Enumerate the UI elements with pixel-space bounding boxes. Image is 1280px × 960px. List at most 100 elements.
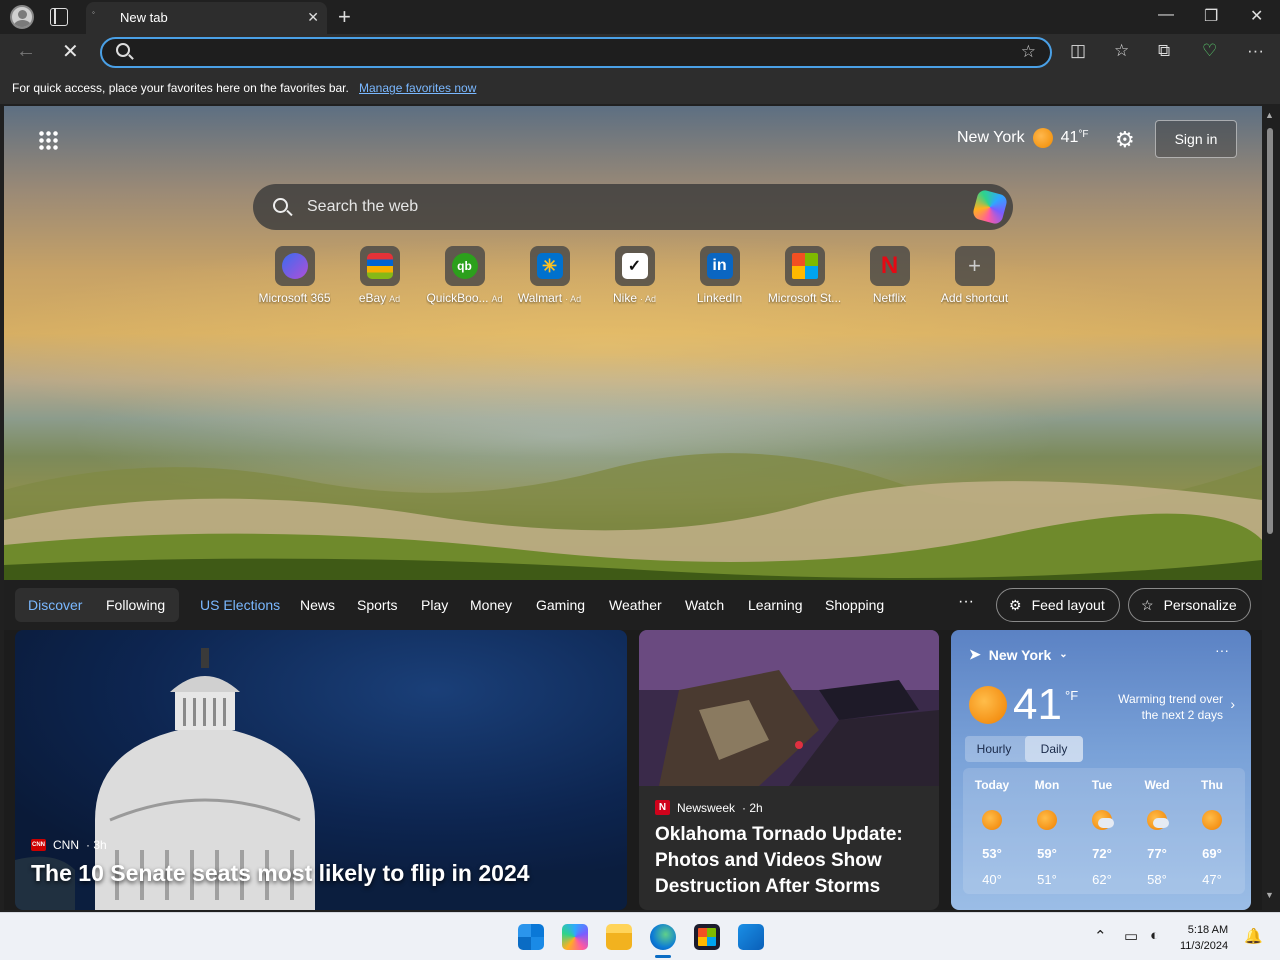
shortcut-walmart[interactable]: ✳ Walmart · Ad <box>507 246 592 305</box>
sunny-icon <box>982 810 1002 830</box>
nike-icon: ✓ <box>621 253 648 279</box>
chevron-right-icon[interactable]: › <box>1230 696 1235 712</box>
nav-watch[interactable]: Watch <box>685 597 724 613</box>
outlook-icon[interactable] <box>738 924 764 950</box>
settings-more-icon[interactable]: ··· <box>1247 41 1264 61</box>
search-icon <box>116 43 130 57</box>
scroll-down-icon[interactable]: ▼ <box>1265 890 1274 900</box>
favorites-icon[interactable]: ☆ <box>1114 41 1129 61</box>
notification-bell-icon[interactable]: 🔔 <box>1244 927 1263 945</box>
sliders-icon: ⚙ <box>1009 596 1022 613</box>
add-favorite-star-icon[interactable]: ☆ <box>1021 42 1036 62</box>
tab-daily[interactable]: Daily <box>1025 736 1083 762</box>
weather-card-temperature: 41 <box>1013 680 1062 729</box>
main-card-headline[interactable]: The 10 Senate seats most likely to flip … <box>31 860 530 887</box>
back-button[interactable]: ← <box>16 40 36 63</box>
sunny-icon <box>1202 810 1222 830</box>
shortcut-nike[interactable]: ✓ Nike · Ad <box>592 246 677 305</box>
weather-card[interactable]: ➤ New York ⌄ ··· 41 °F Warming trend ove… <box>951 630 1251 910</box>
edge-browser-icon[interactable] <box>650 924 676 950</box>
web-search-input[interactable] <box>307 197 947 217</box>
news-card-main[interactable]: CNN CNN · 3h The 10 Senate seats most li… <box>15 630 627 910</box>
volume-icon[interactable]: ◐ <box>1150 927 1159 944</box>
copilot-taskbar-icon[interactable] <box>562 924 588 950</box>
ebay-icon <box>366 253 393 279</box>
manage-favorites-link[interactable]: Manage favorites now <box>359 81 476 95</box>
app-launcher-icon[interactable] <box>38 130 58 150</box>
page-scrollbar[interactable]: ▲ ▼ <box>1262 106 1280 910</box>
shortcut-linkedin[interactable]: in LinkedIn <box>677 246 762 305</box>
nav-gaming[interactable]: Gaming <box>536 597 585 613</box>
personalize-button[interactable]: ☆ Personalize <box>1128 588 1251 622</box>
minimize-button[interactable]: — <box>1158 6 1174 24</box>
nav-weather[interactable]: Weather <box>609 597 662 613</box>
weather-more-icon[interactable]: ··· <box>1215 642 1229 658</box>
shortcut-netflix[interactable]: N Netflix <box>847 246 932 305</box>
secondary-card-headline[interactable]: Oklahoma Tornado Update: Photos and Vide… <box>655 822 927 900</box>
cnn-logo-icon: CNN <box>31 839 46 851</box>
walmart-icon: ✳ <box>536 253 563 279</box>
microsoft-store-icon[interactable] <box>694 924 720 950</box>
nav-news[interactable]: News <box>300 597 335 613</box>
header-weather[interactable]: New York 41°F <box>957 128 1089 148</box>
chevron-down-icon: ⌄ <box>1059 649 1068 660</box>
secondary-card-source: N Newsweek · 2h <box>655 800 763 815</box>
daily-forecast: Today 53° 40° Mon 59° 51° Tue 72° 62° We… <box>963 768 1245 894</box>
main-card-source: CNN CNN · 3h <box>31 838 107 852</box>
shortcut-quickbooks[interactable]: qb QuickBoo... Ad <box>422 246 507 305</box>
tornado-damage-image <box>639 630 939 786</box>
scroll-thumb[interactable] <box>1267 128 1273 534</box>
system-clock[interactable]: 5:18 AM 11/3/2024 <box>1180 922 1228 954</box>
tab-hourly[interactable]: Hourly <box>965 736 1023 762</box>
page-settings-gear-icon[interactable]: ⚙ <box>1115 127 1135 153</box>
restore-button[interactable]: ❐ <box>1204 6 1218 26</box>
weather-card-location[interactable]: ➤ New York ⌄ <box>969 646 1068 663</box>
close-tab-icon[interactable]: ✕ <box>307 9 319 26</box>
nav-shopping[interactable]: Shopping <box>825 597 884 613</box>
show-hidden-icons-chevron-icon[interactable]: ⌃ <box>1094 927 1107 945</box>
shortcut-microsoft-365[interactable]: Microsoft 365 <box>252 246 337 305</box>
nav-us-elections[interactable]: US Elections <box>200 597 280 613</box>
header-location: New York <box>957 129 1025 146</box>
address-bar[interactable]: ☆ <box>100 37 1052 68</box>
nav-money[interactable]: Money <box>470 597 512 613</box>
shortcut-ebay[interactable]: eBay Ad <box>337 246 422 305</box>
hourly-daily-toggle: Hourly Daily <box>965 736 1083 762</box>
quickbooks-icon: qb <box>451 253 478 279</box>
network-icon[interactable]: ▭ <box>1124 927 1138 945</box>
windows-start-icon[interactable] <box>518 924 544 950</box>
stop-loading-button[interactable]: ✕ <box>62 39 79 64</box>
tab-favicon-icon: ◦ <box>92 8 95 17</box>
tab-discover[interactable]: Discover <box>28 597 82 613</box>
copilot-icon[interactable] <box>971 188 1009 226</box>
shortcut-microsoft-store[interactable]: Microsoft St... <box>762 246 847 305</box>
tab-title: New tab <box>120 10 168 25</box>
close-window-button[interactable]: ✕ <box>1250 6 1263 26</box>
news-card-secondary[interactable]: N Newsweek · 2h Oklahoma Tornado Update:… <box>639 630 939 910</box>
file-explorer-icon[interactable] <box>606 924 632 950</box>
nav-more-icon[interactable]: ··· <box>958 593 974 611</box>
feed-layout-button[interactable]: ⚙ Feed layout <box>996 588 1120 622</box>
profile-avatar[interactable] <box>10 5 34 29</box>
tab-new-tab[interactable]: ◦ New tab ✕ <box>86 2 327 34</box>
new-tab-button[interactable]: + <box>338 4 351 30</box>
browser-essentials-icon[interactable]: ♡ <box>1202 41 1217 61</box>
microsoft-365-icon <box>281 253 308 279</box>
sparkle-star-icon: ☆ <box>1141 596 1154 613</box>
windows-taskbar: ⌃ ▭ ◐ 5:18 AM 11/3/2024 🔔 <box>0 912 1280 960</box>
tab-following[interactable]: Following <box>106 597 165 613</box>
address-input[interactable] <box>142 43 1002 63</box>
web-search-box[interactable] <box>253 184 1013 230</box>
nav-learning[interactable]: Learning <box>748 597 803 613</box>
shortcut-add[interactable]: + Add shortcut <box>932 246 1017 305</box>
linkedin-icon: in <box>706 253 733 279</box>
collections-icon[interactable]: ⧉ <box>1158 41 1170 61</box>
weather-trend[interactable]: Warming trend over the next 2 days <box>1111 691 1223 723</box>
nav-play[interactable]: Play <box>421 597 448 613</box>
tab-actions-icon[interactable] <box>50 8 68 26</box>
split-screen-icon[interactable]: ◫ <box>1070 41 1086 61</box>
microsoft-store-icon <box>791 253 818 279</box>
scroll-up-icon[interactable]: ▲ <box>1265 110 1274 120</box>
sign-in-button[interactable]: Sign in <box>1155 120 1237 158</box>
nav-sports[interactable]: Sports <box>357 597 397 613</box>
